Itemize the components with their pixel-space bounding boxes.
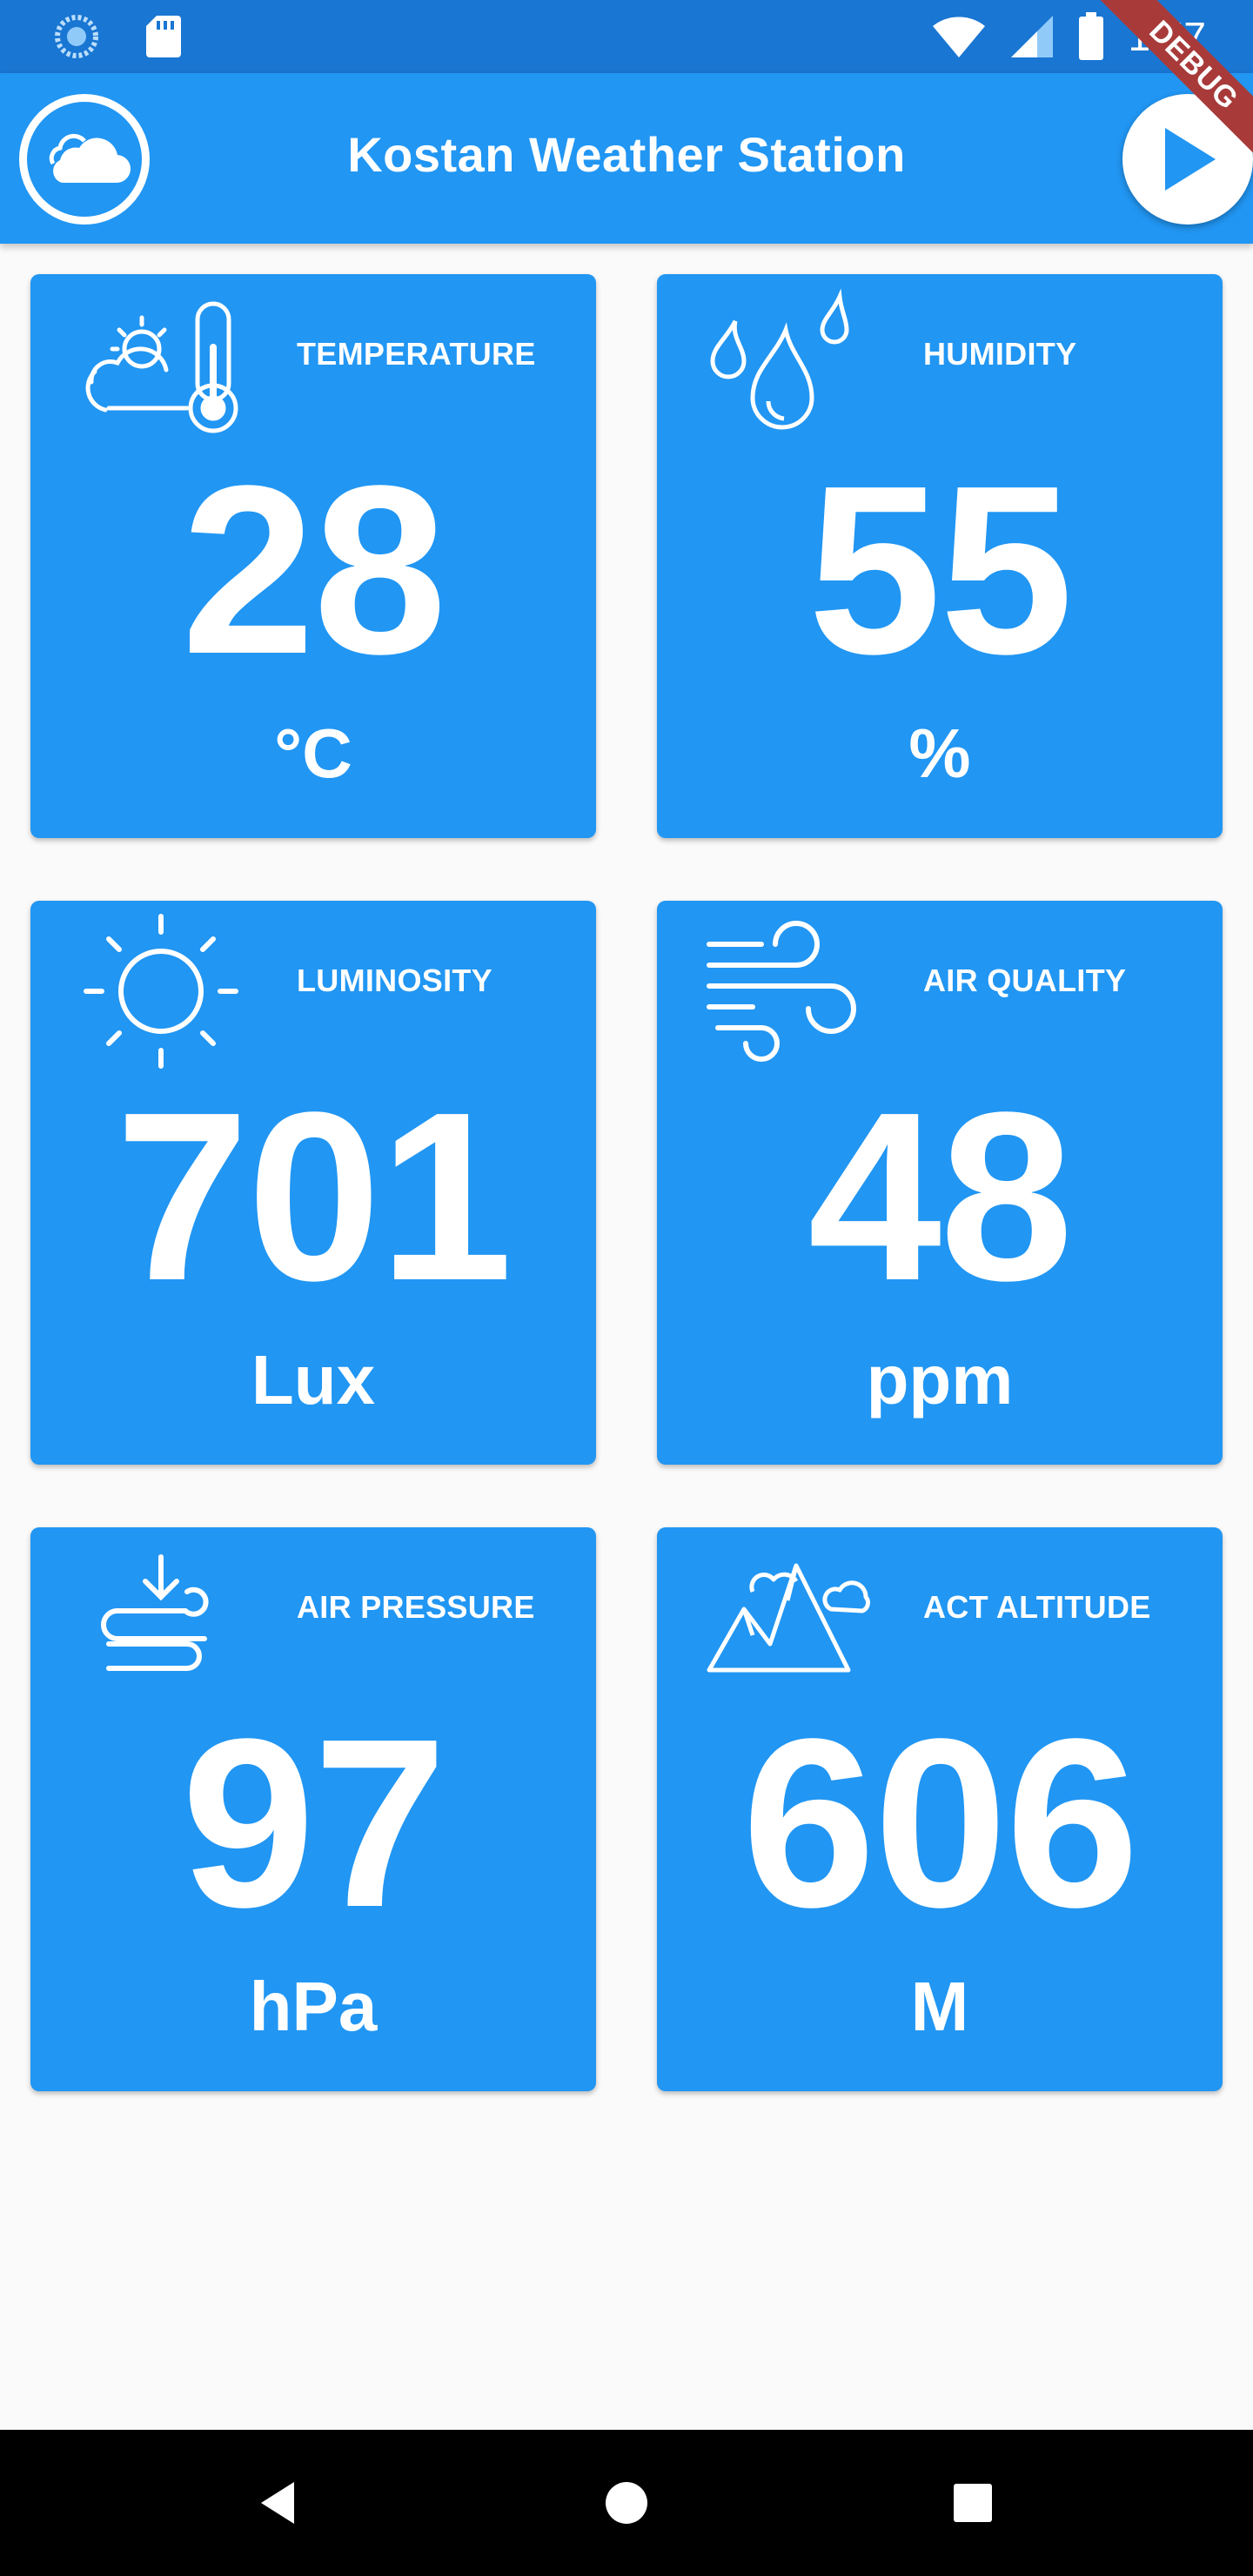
play-icon xyxy=(1165,128,1216,191)
wifi-icon xyxy=(933,17,986,58)
card-value: 97 xyxy=(181,1689,447,1957)
card-value: 606 xyxy=(741,1689,1140,1957)
card-unit: Lux xyxy=(251,1341,376,1419)
air-pressure-icon xyxy=(101,1554,209,1671)
card-value: 55 xyxy=(807,436,1074,704)
card-value: 701 xyxy=(115,1063,513,1331)
card-label: TEMPERATURE xyxy=(297,336,536,372)
play-button[interactable] xyxy=(1122,94,1253,225)
sd-card-icon xyxy=(146,16,181,57)
app-bar: Kostan Weather Station xyxy=(0,73,1253,244)
card-unit: ppm xyxy=(866,1341,1014,1419)
card-unit: M xyxy=(910,1968,969,2045)
battery-icon xyxy=(1079,12,1104,60)
card-label: LUMINOSITY xyxy=(297,963,492,998)
card-humidity[interactable]: HUMIDITY 55 % xyxy=(657,274,1223,838)
wind-icon xyxy=(707,921,856,1062)
status-bar: 1:57 xyxy=(0,0,1253,73)
status-left-icons xyxy=(54,14,183,59)
status-time: 1:57 xyxy=(1128,14,1206,59)
app-title: Kostan Weather Station xyxy=(347,127,906,182)
card-temperature[interactable]: TEMPERATURE 28 °C xyxy=(30,274,596,838)
card-label: AIR PRESSURE xyxy=(297,1589,535,1625)
home-icon[interactable] xyxy=(599,2475,654,2531)
status-right-icons: 1:57 xyxy=(931,12,1206,61)
back-icon[interactable] xyxy=(252,2475,308,2531)
recents-icon[interactable] xyxy=(945,2475,1001,2531)
card-act-altitude[interactable]: ACT ALTITUDE 606 M xyxy=(657,1527,1223,2091)
card-air-pressure[interactable]: AIR PRESSURE 97 hPa xyxy=(30,1527,596,2091)
temperature-icon xyxy=(85,301,238,433)
card-label: HUMIDITY xyxy=(923,336,1077,372)
card-value: 48 xyxy=(807,1063,1074,1331)
navigation-bar xyxy=(0,2430,1253,2576)
mountain-icon xyxy=(707,1563,870,1673)
signal-icon xyxy=(1011,16,1054,57)
sun-icon xyxy=(84,914,238,1069)
card-unit: °C xyxy=(274,714,352,792)
card-unit: hPa xyxy=(249,1968,378,2045)
humidity-icon xyxy=(710,288,849,430)
card-unit: % xyxy=(908,714,971,792)
sync-icon xyxy=(55,15,98,58)
card-label: AIR QUALITY xyxy=(923,963,1127,998)
card-label: ACT ALTITUDE xyxy=(923,1589,1151,1625)
card-value: 28 xyxy=(181,436,447,704)
card-luminosity[interactable]: LUMINOSITY 701 Lux xyxy=(30,901,596,1465)
card-air-quality[interactable]: AIR QUALITY 48 ppm xyxy=(657,901,1223,1465)
